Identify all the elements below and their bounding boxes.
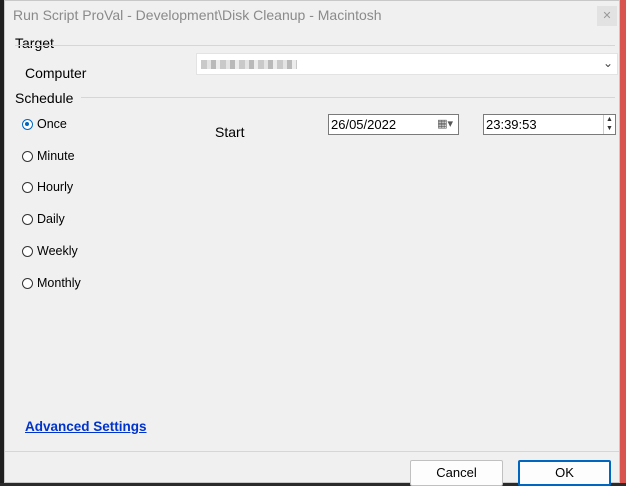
window-title: Run Script ProVal - Development\Disk Cle…: [13, 7, 382, 23]
redacted-computer-name: [201, 60, 297, 69]
title-bar: Run Script ProVal - Development\Disk Cle…: [5, 1, 619, 31]
time-spinner[interactable]: ▲ ▼: [603, 115, 615, 134]
radio-label: Daily: [37, 212, 65, 226]
schedule-divider: [81, 97, 615, 98]
start-date-picker[interactable]: 26/05/2022 ▦▾: [328, 114, 459, 135]
radio-label: Once: [37, 117, 67, 131]
start-time-value: 23:39:53: [486, 117, 537, 132]
calendar-icon[interactable]: ▦▾: [437, 117, 453, 130]
radio-once[interactable]: Once: [22, 116, 67, 132]
footer-divider: [5, 451, 619, 452]
close-icon[interactable]: ✕: [597, 6, 617, 26]
radio-button: [22, 181, 33, 193]
target-divider: [15, 45, 615, 46]
radio-button: [22, 245, 33, 257]
radio-monthly[interactable]: Monthly: [22, 275, 81, 291]
background-window-edge-right: [620, 0, 626, 483]
chevron-down-icon: ⌄: [602, 56, 613, 70]
start-date-value: 26/05/2022: [331, 117, 397, 132]
ok-button[interactable]: OK: [518, 460, 611, 486]
computer-label: Computer: [25, 65, 87, 81]
radio-minute[interactable]: Minute: [22, 148, 75, 164]
radio-button: [22, 213, 33, 225]
advanced-settings-link[interactable]: Advanced Settings: [25, 419, 147, 434]
spin-up-icon[interactable]: ▲: [604, 115, 615, 124]
target-section-label: Target: [15, 35, 54, 51]
radio-label: Hourly: [37, 180, 74, 194]
radio-label: Weekly: [37, 244, 78, 258]
radio-label: Minute: [37, 149, 75, 163]
cancel-button[interactable]: Cancel: [410, 460, 503, 486]
computer-dropdown[interactable]: ⌄: [196, 53, 618, 75]
radio-button-selected: [22, 118, 33, 130]
radio-button: [22, 277, 33, 289]
start-label: Start: [215, 124, 245, 140]
radio-weekly[interactable]: Weekly: [22, 243, 78, 259]
run-script-dialog: Run Script ProVal - Development\Disk Cle…: [4, 0, 620, 486]
radio-hourly[interactable]: Hourly: [22, 179, 73, 195]
start-time-input[interactable]: 23:39:53 ▲ ▼: [483, 114, 616, 135]
radio-label: Monthly: [37, 276, 81, 290]
schedule-section-label: Schedule: [15, 90, 74, 106]
radio-daily[interactable]: Daily: [22, 211, 65, 227]
radio-button: [22, 150, 33, 162]
spin-down-icon[interactable]: ▼: [604, 124, 615, 133]
